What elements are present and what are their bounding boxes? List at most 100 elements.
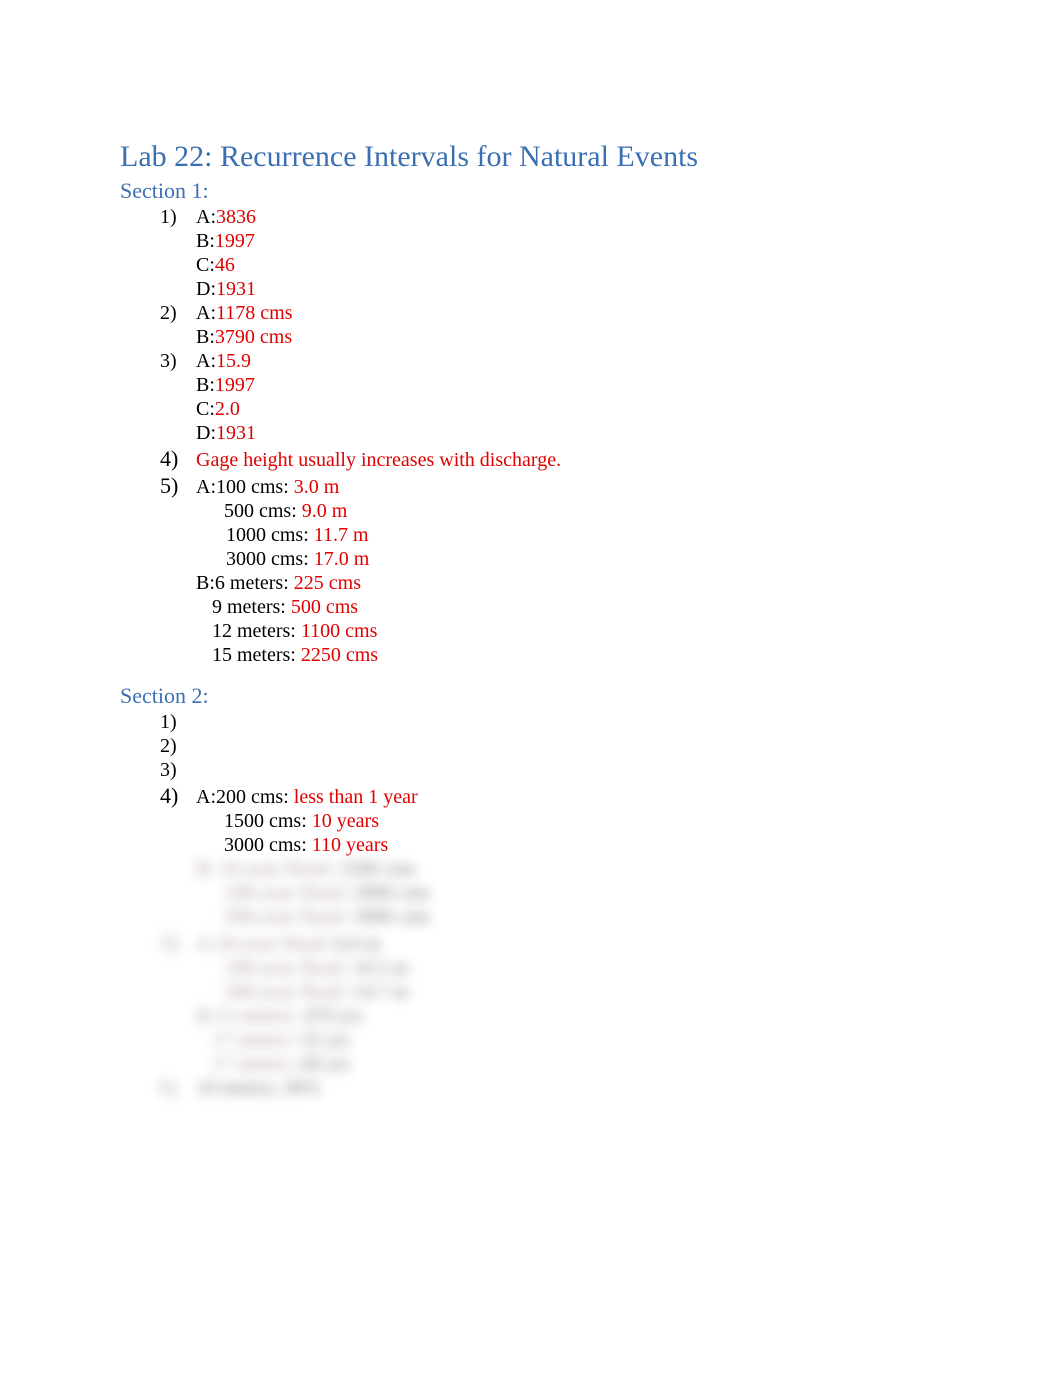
key: 12 meters: xyxy=(212,620,301,642)
key: 100-year flood: xyxy=(224,957,353,979)
s1-q1-b: B:1997 xyxy=(120,230,942,253)
key: 1500 cms: xyxy=(224,810,312,832)
s2-q5-a3: 500-year flood: 14.7 m xyxy=(120,981,942,1004)
label-d: D: xyxy=(196,278,216,300)
s2-q5-b3: 17 meters: 60 yrs xyxy=(120,1053,942,1076)
answer-a: 15.9 xyxy=(216,350,251,372)
label-a: A: xyxy=(196,933,216,955)
s1-q3-b: B:1997 xyxy=(120,374,942,397)
answer-d: 1931 xyxy=(216,278,256,300)
s1-q5-b2: 9 meters: 500 cms xyxy=(120,596,942,619)
s1-q5-a4: 3000 cms: 17.0 m xyxy=(120,548,942,571)
value: 11.7 m xyxy=(314,524,369,546)
key: 100-year flood: xyxy=(224,882,353,904)
value: 1100 cms xyxy=(301,620,377,642)
label-b: B: xyxy=(196,230,215,252)
label-b: B: xyxy=(196,858,215,880)
s1-q4: 4)Gage height usually increases with dis… xyxy=(120,446,942,472)
s1-q3: 3)A:15.9 xyxy=(120,350,942,373)
s2-q5: 5)A:10-year flood: 6.0 m xyxy=(120,930,942,956)
answer-b: 3790 cms xyxy=(215,326,292,348)
list-number: 1) xyxy=(160,206,196,229)
answer-a: 3836 xyxy=(216,206,256,228)
section-1-header: Section 1: xyxy=(120,178,942,204)
label-b: B: xyxy=(196,374,215,396)
s2-q4-b3: 500-year flood: 3900 cms xyxy=(120,906,942,929)
list-number: 5) xyxy=(160,930,196,956)
key: 10-year flood: xyxy=(220,858,339,880)
list-number: 3) xyxy=(160,759,196,782)
label-a: A: xyxy=(196,476,216,498)
label-b: B: xyxy=(196,326,215,348)
s1-q2-b: B:3790 cms xyxy=(120,326,942,349)
label-c: C: xyxy=(196,398,215,420)
s2-q4-b2: 100-year flood: 2900 cms xyxy=(120,882,942,905)
label-c: C: xyxy=(196,254,215,276)
list-number: 2) xyxy=(160,302,196,325)
label-b: B: xyxy=(196,572,215,594)
s1-q1: 1)A:3836 xyxy=(120,206,942,229)
answer-a: 1178 cms xyxy=(216,302,292,324)
s2-q2: 2) xyxy=(120,735,942,758)
s1-q5-b1: B:6 meters: 225 cms xyxy=(120,572,942,595)
s2-q4: 4)A:200 cms: less than 1 year xyxy=(120,783,942,809)
list-number: 1) xyxy=(160,711,196,734)
answer-text: 10 meters, 90% xyxy=(196,1077,321,1099)
key: 200 cms: xyxy=(216,786,294,808)
value: 6.0 m xyxy=(335,933,381,955)
section-2-header: Section 2: xyxy=(120,683,942,709)
answer-text: Gage height usually increases with disch… xyxy=(196,449,561,471)
key: 17 meters: xyxy=(212,1029,301,1051)
value: 470 yrs xyxy=(304,1005,363,1027)
answer-c: 2.0 xyxy=(215,398,240,420)
key: 10-year flood: xyxy=(216,933,335,955)
key: 6 meters: xyxy=(215,572,294,594)
value: 500 cms xyxy=(291,596,358,618)
value: less than 1 year xyxy=(294,786,418,808)
list-number: 6) xyxy=(160,1077,196,1100)
value: 1500 cms xyxy=(339,858,416,880)
value: 55 yrs xyxy=(301,1029,350,1051)
s1-q5-a2: 500 cms: 9.0 m xyxy=(120,500,942,523)
list-number: 4) xyxy=(160,783,196,809)
s2-q1: 1) xyxy=(120,711,942,734)
s1-q1-d: D:1931 xyxy=(120,278,942,301)
value: 14.7 m xyxy=(353,981,409,1003)
s2-q5-a2: 100-year flood: 10.5 m xyxy=(120,957,942,980)
document-page: Lab 22: Recurrence Intervals for Natural… xyxy=(0,0,1062,1100)
answer-b: 1997 xyxy=(215,374,255,396)
value: 2250 cms xyxy=(301,644,378,666)
key: 17 meters: xyxy=(212,1053,301,1075)
value: 225 cms xyxy=(294,572,361,594)
s1-q3-d: D:1931 xyxy=(120,422,942,445)
list-number: 5) xyxy=(160,473,196,499)
value: 10.5 m xyxy=(353,957,409,979)
key: 9 meters: xyxy=(212,596,291,618)
answer-c: 46 xyxy=(215,254,235,276)
answer-d: 1931 xyxy=(216,422,256,444)
s1-q5: 5)A:100 cms: 3.0 m xyxy=(120,473,942,499)
key: 3000 cms: xyxy=(226,548,314,570)
s1-q5-b4: 15 meters: 2250 cms xyxy=(120,644,942,667)
s1-q5-b3: 12 meters: 1100 cms xyxy=(120,620,942,643)
s1-q5-a3: 1000 cms: 11.7 m xyxy=(120,524,942,547)
s2-q6: 6)10 meters, 90% xyxy=(120,1077,942,1100)
key: 15 meters: xyxy=(212,644,301,666)
page-title: Lab 22: Recurrence Intervals for Natural… xyxy=(120,140,942,174)
key: 1000 cms: xyxy=(226,524,314,546)
s1-q2: 2)A:1178 cms xyxy=(120,302,942,325)
list-number: 4) xyxy=(160,446,196,472)
key: 500 cms: xyxy=(224,500,302,522)
key: 100 cms: xyxy=(216,476,294,498)
value: 10 years xyxy=(312,810,379,832)
label-a: A: xyxy=(196,786,216,808)
value: 110 years xyxy=(312,834,388,856)
key: 500-year flood: xyxy=(224,906,353,928)
label-b: B: xyxy=(196,1005,215,1027)
blurred-region: B: 10-year flood: 1500 cms 100-year floo… xyxy=(120,858,942,1100)
s2-q4-a3: 3000 cms: 110 years xyxy=(120,834,942,857)
value: 3900 cms xyxy=(353,906,430,928)
s2-q5-b2: 17 meters: 55 yrs xyxy=(120,1029,942,1052)
label-a: A: xyxy=(196,302,216,324)
label-a: A: xyxy=(196,350,216,372)
